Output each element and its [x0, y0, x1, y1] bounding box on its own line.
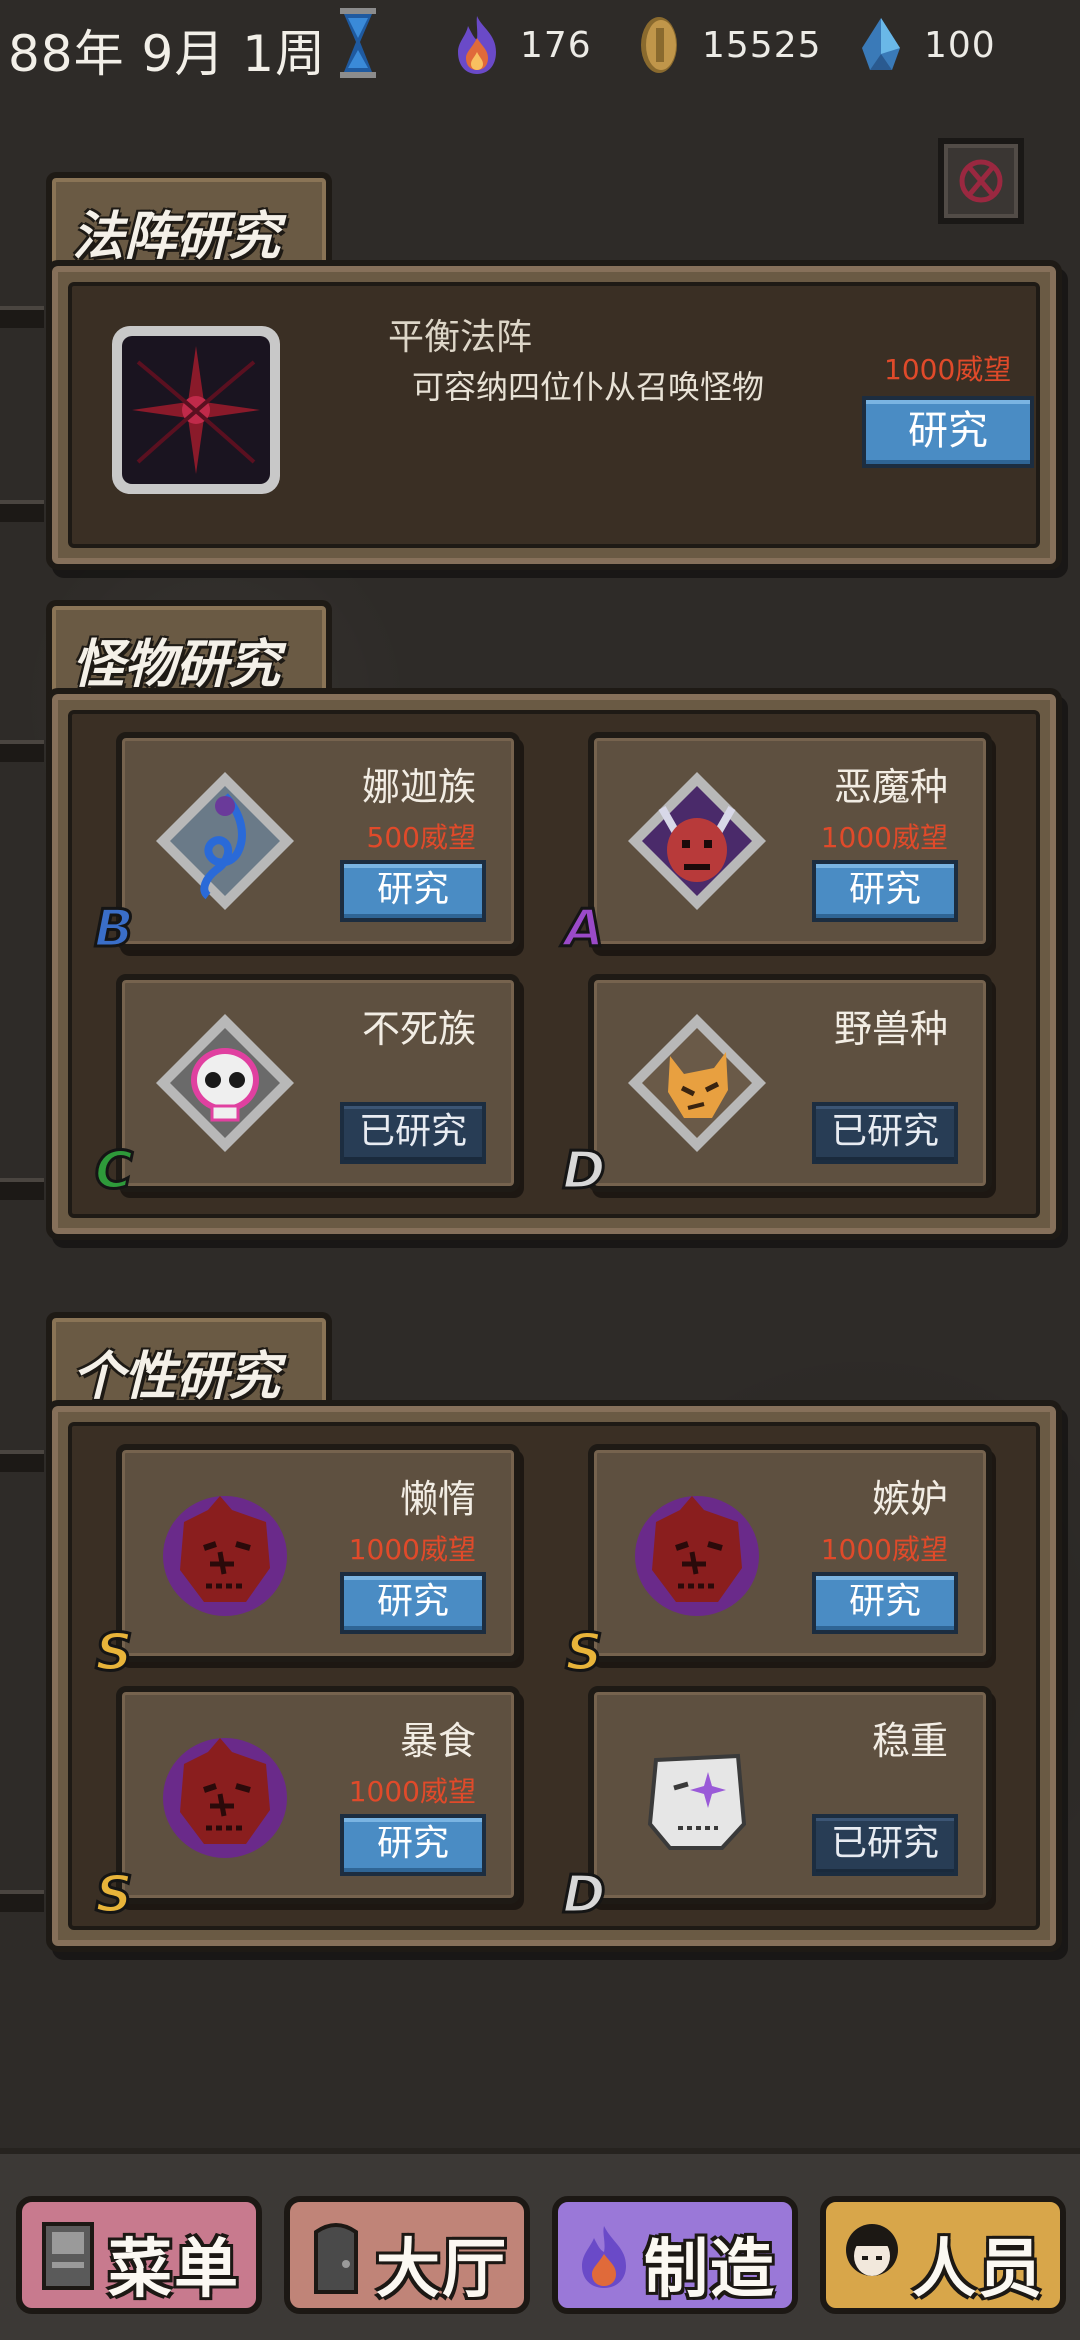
grade-badge: D: [561, 1140, 607, 1203]
coin-resource: 15525: [634, 14, 822, 76]
monster-tab: 怪物研究: [46, 600, 332, 700]
formation-inner: 平衡法阵 可容纳四位仆从召唤怪物 1000威望 研究: [68, 282, 1040, 548]
hourglass-icon: [340, 8, 376, 78]
nav-craft-button[interactable]: 制造: [552, 2196, 798, 2314]
card-name: 不死族: [361, 1007, 476, 1051]
nav-staff-label: 人员: [912, 2233, 1044, 2307]
card-cost: 1000威望: [348, 1775, 476, 1808]
researched-button[interactable]: 已研究: [340, 1102, 486, 1164]
formation-tab: 法阵研究: [46, 172, 332, 272]
panel-rail: [0, 1890, 44, 1912]
craft-fire-icon: [582, 2226, 626, 2288]
monster-card-demon: 恶魔种 1000威望 研究: [588, 732, 992, 950]
grade-badge: S: [564, 1622, 604, 1685]
close-icon: [959, 159, 1003, 203]
card-name: 恶魔种: [833, 765, 948, 809]
demon-emblem-icon: [628, 772, 766, 910]
researched-button[interactable]: 已研究: [812, 1102, 958, 1164]
personality-title: 个性研究: [72, 1347, 281, 1407]
skull-emblem-icon: [156, 1014, 294, 1152]
formation-cost: 1000威望: [884, 353, 1012, 386]
nav-staff-button[interactable]: 人员: [820, 2196, 1066, 2314]
panel-rail: [0, 500, 44, 522]
research-button[interactable]: 研究: [340, 1572, 486, 1634]
personality-card-steady: 稳重 已研究: [588, 1686, 992, 1904]
nav-hall-button[interactable]: 大厅: [284, 2196, 530, 2314]
card-name: 嫉妒: [871, 1477, 948, 1521]
research-button[interactable]: 研究: [340, 1814, 486, 1876]
grade-badge: D: [561, 1864, 607, 1927]
nav-menu-label: 菜单: [108, 2233, 240, 2307]
panel-rail: [0, 1450, 44, 1472]
bottom-nav: 菜单 大厅 制造 人员: [0, 2148, 1080, 2340]
card-cost: 500威望: [366, 821, 476, 854]
card-name: 懒惰: [399, 1477, 476, 1521]
fire-icon: [458, 16, 496, 74]
monster-card-beast: 野兽种 已研究: [588, 974, 992, 1192]
panel-rail: [0, 1178, 44, 1200]
nav-hall-label: 大厅: [376, 2233, 508, 2307]
formation-desc: 可容纳四位仆从召唤怪物: [412, 368, 765, 406]
cloth-mask-icon: [647, 1753, 747, 1850]
mask-emblem-icon: [163, 1496, 287, 1616]
research-button[interactable]: 研究: [812, 860, 958, 922]
fire-resource: 176: [452, 14, 592, 76]
coin-icon: [641, 17, 677, 73]
panel-rail: [0, 306, 44, 328]
personality-card-envy: 嫉妒 1000威望 研究: [588, 1444, 992, 1662]
personality-card-sloth: 懒惰 1000威望 研究: [116, 1444, 520, 1662]
formation-title: 法阵研究: [72, 207, 281, 267]
card-cost: 1000威望: [348, 1533, 476, 1566]
researched-button[interactable]: 已研究: [812, 1814, 958, 1876]
panel-rail: [0, 740, 44, 762]
personality-tab: 个性研究: [46, 1312, 332, 1412]
formation-sigil-icon: [112, 326, 280, 494]
research-button[interactable]: 研究: [340, 860, 486, 922]
monster-title: 怪物研究: [72, 635, 281, 695]
naga-emblem-icon: [156, 772, 294, 910]
grade-badge: S: [94, 1622, 134, 1685]
mask-emblem-icon: [163, 1738, 287, 1858]
monster-card-naga: 娜迦族 500威望 研究: [116, 732, 520, 950]
person-avatar-icon: [846, 2224, 898, 2276]
grade-badge: A: [562, 898, 605, 961]
monster-card-undead: 不死族 已研究: [116, 974, 520, 1192]
card-name: 稳重: [871, 1719, 948, 1763]
crystal-icon: [862, 18, 900, 70]
card-name: 野兽种: [833, 1007, 948, 1051]
card-cost: 1000威望: [820, 821, 948, 854]
fire-value: 176: [520, 24, 592, 66]
card-name: 娜迦族: [361, 765, 476, 809]
grade-badge: B: [93, 898, 136, 961]
grade-badge: C: [93, 1140, 134, 1203]
game-date: 88年 9月 1周: [8, 25, 327, 83]
personality-card-gluttony: 暴食 1000威望 研究: [116, 1686, 520, 1904]
formation-research-button[interactable]: 研究: [862, 396, 1034, 468]
wolf-emblem-icon: [628, 1014, 766, 1152]
coin-value: 15525: [702, 24, 822, 66]
door-icon: [314, 2223, 358, 2294]
research-button[interactable]: 研究: [812, 1572, 958, 1634]
crystal-resource: 100: [856, 14, 996, 76]
mask-emblem-icon: [635, 1496, 759, 1616]
card-name: 暴食: [399, 1719, 476, 1763]
nav-menu-button[interactable]: 菜单: [16, 2196, 262, 2314]
formation-panel: 平衡法阵 可容纳四位仆从召唤怪物 1000威望 研究: [46, 260, 1062, 570]
close-button[interactable]: [938, 138, 1024, 224]
crystal-value: 100: [924, 24, 996, 66]
status-bar: 88年 9月 1周 176 15525 100: [0, 0, 1080, 90]
grade-badge: S: [94, 1864, 134, 1927]
nav-craft-label: 制造: [644, 2233, 776, 2307]
book-icon: [42, 2222, 94, 2290]
card-cost: 1000威望: [820, 1533, 948, 1566]
formation-name: 平衡法阵: [388, 317, 533, 358]
